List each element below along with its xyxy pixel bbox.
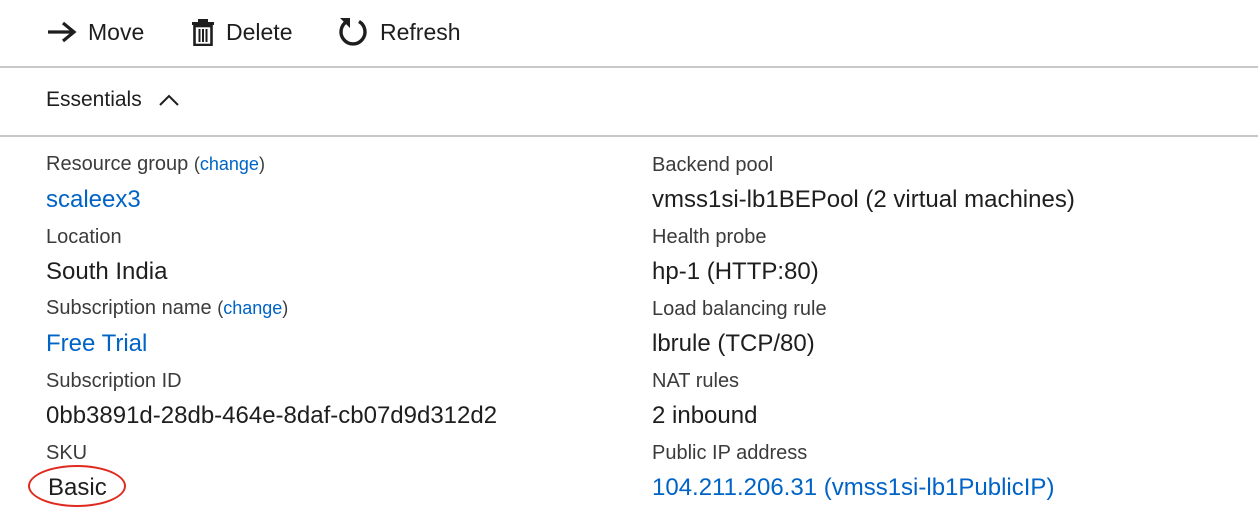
refresh-button[interactable]: Refresh xyxy=(336,12,461,52)
health-probe-label: Health probe xyxy=(652,226,767,248)
resource-group-close-paren: ) xyxy=(258,154,265,174)
refresh-label: Refresh xyxy=(380,18,461,45)
backend-pool-value: vmss1si-lb1BEPool (2 virtual machines) xyxy=(652,186,1075,213)
sku-label: SKU xyxy=(46,442,88,464)
subscription-id-value: 0bb3891d-28db-464e-8daf-cb07d9d312d2 xyxy=(46,402,498,429)
nat-rules-value: 2 inbound xyxy=(652,402,758,429)
arrow-right-icon xyxy=(46,20,78,44)
location-label: Location xyxy=(46,226,122,248)
trash-icon xyxy=(190,18,216,46)
subscription-name-close-paren: ) xyxy=(282,298,289,318)
public-ip-label: Public IP address xyxy=(652,442,808,464)
subscription-name-label: Subscription name xyxy=(46,297,212,319)
essentials-header: Essentials xyxy=(0,68,1258,137)
resource-group-label-row: Resource group (change) xyxy=(46,153,265,176)
essentials-label: Essentials xyxy=(46,88,142,111)
essentials-toggle[interactable]: Essentials xyxy=(46,88,180,112)
sku-highlight-circle xyxy=(28,465,126,507)
resource-group-value-link[interactable]: scaleex3 xyxy=(46,186,141,214)
public-ip-value-link[interactable]: 104.211.206.31 (vmss1si-lb1PublicIP) xyxy=(652,474,1054,502)
command-toolbar: Move Delete Refresh xyxy=(0,0,1258,68)
lb-rule-value: lbrule (TCP/80) xyxy=(652,330,815,357)
refresh-icon xyxy=(336,15,370,49)
delete-button[interactable]: Delete xyxy=(190,12,292,52)
subscription-change-link[interactable]: change xyxy=(223,298,282,318)
backend-pool-label: Backend pool xyxy=(652,154,774,176)
resource-group-change-link[interactable]: change xyxy=(200,154,259,174)
nat-rules-label: NAT rules xyxy=(652,370,740,392)
chevron-up-icon xyxy=(158,93,180,107)
move-label: Move xyxy=(88,18,145,45)
health-probe-value: hp-1 (HTTP:80) xyxy=(652,258,819,285)
move-button[interactable]: Move xyxy=(46,12,144,52)
lb-rule-label: Load balancing rule xyxy=(652,298,827,320)
subscription-name-value-link[interactable]: Free Trial xyxy=(46,330,147,358)
resource-group-label: Resource group xyxy=(46,153,189,175)
subscription-name-label-row: Subscription name (change) xyxy=(46,297,288,320)
location-value: South India xyxy=(46,258,168,285)
delete-label: Delete xyxy=(226,18,293,45)
subscription-id-label: Subscription ID xyxy=(46,370,182,392)
